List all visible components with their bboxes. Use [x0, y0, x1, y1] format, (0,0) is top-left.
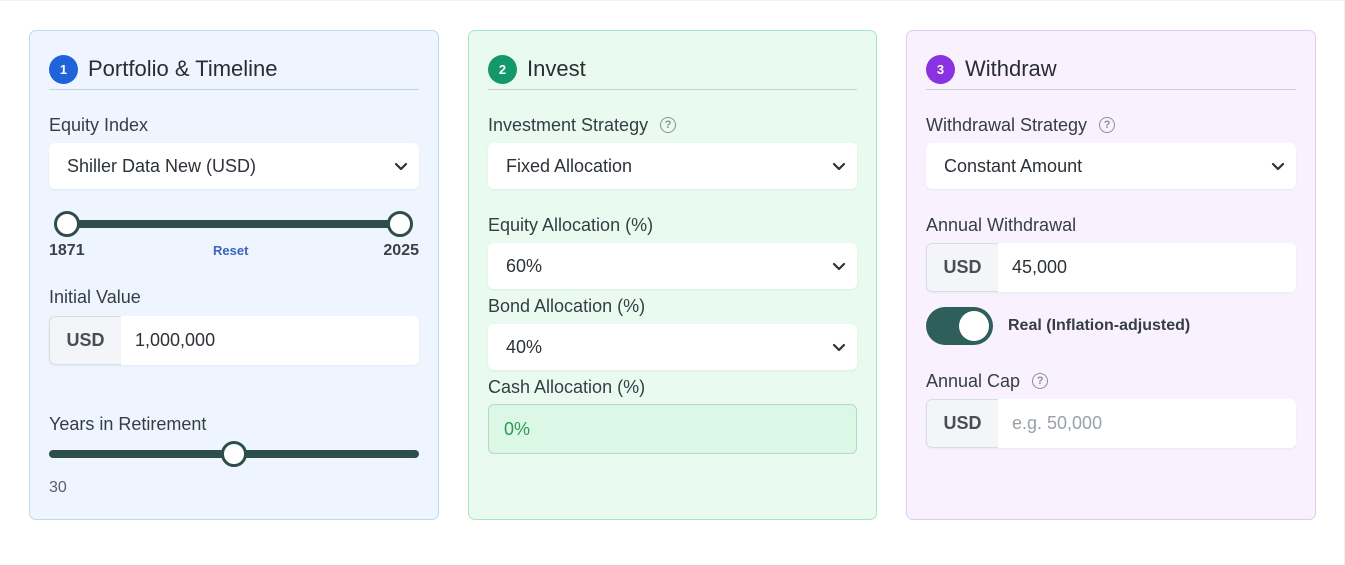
toggle-knob	[959, 311, 989, 341]
currency-addon: USD	[926, 243, 998, 292]
equity-index-select[interactable]: Shiller Data New (USD)	[49, 143, 419, 189]
withdrawal-strategy-select[interactable]: Constant Amount	[926, 143, 1296, 189]
equity-allocation-label: Equity Allocation (%)	[488, 215, 654, 235]
investment-strategy-select[interactable]: Fixed Allocation	[488, 143, 857, 189]
investment-strategy-label-text: Investment Strategy	[488, 115, 649, 135]
initial-value-input[interactable]: 1,000,000	[121, 316, 419, 365]
years-slider-handle[interactable]	[221, 441, 247, 467]
portfolio-timeline-panel: 1 Portfolio & Timeline Equity Index Shil…	[29, 30, 439, 520]
real-inflation-label: Real (Inflation-adjusted)	[1008, 317, 1191, 334]
currency-addon: USD	[926, 399, 998, 448]
range-start-handle[interactable]	[54, 211, 80, 237]
panel-title: Portfolio & Timeline	[88, 56, 278, 81]
bond-allocation-label: Bond Allocation (%)	[488, 296, 646, 316]
step-badge: 3	[926, 55, 955, 84]
range-end-handle[interactable]	[387, 211, 413, 237]
equity-index-value: Shiller Data New (USD)	[67, 155, 257, 176]
annual-cap-label: Annual Cap ?	[926, 370, 1049, 392]
real-inflation-toggle[interactable]	[926, 307, 993, 345]
cash-allocation-value: 0%	[504, 418, 531, 439]
equity-allocation-value: 60%	[506, 255, 543, 276]
annual-withdrawal-input[interactable]: 45,000	[998, 243, 1296, 292]
cash-allocation-readonly: 0%	[488, 404, 857, 454]
panel-title: Invest	[527, 56, 586, 81]
currency-addon: USD	[49, 316, 121, 365]
equity-allocation-select[interactable]: 60%	[488, 243, 857, 289]
panel-title: Withdraw	[965, 56, 1057, 81]
chevron-down-icon	[832, 343, 846, 352]
chevron-down-icon	[832, 262, 846, 271]
withdrawal-strategy-label-text: Withdrawal Strategy	[926, 115, 1088, 135]
panel-header: 3 Withdraw	[926, 53, 1296, 90]
year-range-track[interactable]	[62, 220, 400, 228]
bond-allocation-select[interactable]: 40%	[488, 324, 857, 370]
withdrawal-strategy-label: Withdrawal Strategy ?	[926, 114, 1116, 136]
cash-allocation-label: Cash Allocation (%)	[488, 377, 646, 397]
chevron-down-icon	[1271, 162, 1285, 171]
reset-range-link[interactable]: Reset	[213, 243, 248, 258]
step-badge: 2	[488, 55, 517, 84]
question-circle-icon[interactable]: ?	[1099, 117, 1116, 133]
initial-value-label: Initial Value	[49, 287, 141, 307]
annual-cap-input[interactable]: e.g. 50,000	[998, 399, 1296, 448]
annual-withdrawal-group: USD 45,000	[926, 243, 1296, 292]
investment-strategy-value: Fixed Allocation	[506, 155, 633, 176]
question-circle-icon[interactable]: ?	[1032, 373, 1049, 389]
withdrawal-strategy-value: Constant Amount	[944, 155, 1083, 176]
years-in-retirement-label: Years in Retirement	[49, 414, 207, 434]
chevron-down-icon	[832, 162, 846, 171]
years-value: 30	[49, 479, 67, 496]
panel-header: 2 Invest	[488, 53, 857, 90]
chevron-down-icon	[394, 162, 408, 171]
initial-value-group: USD 1,000,000	[49, 316, 419, 365]
annual-withdrawal-label: Annual Withdrawal	[926, 215, 1077, 235]
panel-header: 1 Portfolio & Timeline	[49, 53, 419, 90]
invest-panel: 2 Invest Investment Strategy ? Fixed All…	[468, 30, 877, 520]
range-end-year: 2025	[383, 242, 419, 259]
range-start-year: 1871	[49, 242, 85, 259]
investment-strategy-label: Investment Strategy ?	[488, 114, 677, 136]
equity-index-label: Equity Index	[49, 115, 149, 135]
annual-cap-group: USD e.g. 50,000	[926, 399, 1296, 448]
withdraw-panel: 3 Withdraw Withdrawal Strategy ? Constan…	[906, 30, 1316, 520]
step-badge: 1	[49, 55, 78, 84]
bond-allocation-value: 40%	[506, 336, 543, 357]
annual-cap-label-text: Annual Cap	[926, 371, 1021, 391]
question-circle-icon[interactable]: ?	[660, 117, 677, 133]
